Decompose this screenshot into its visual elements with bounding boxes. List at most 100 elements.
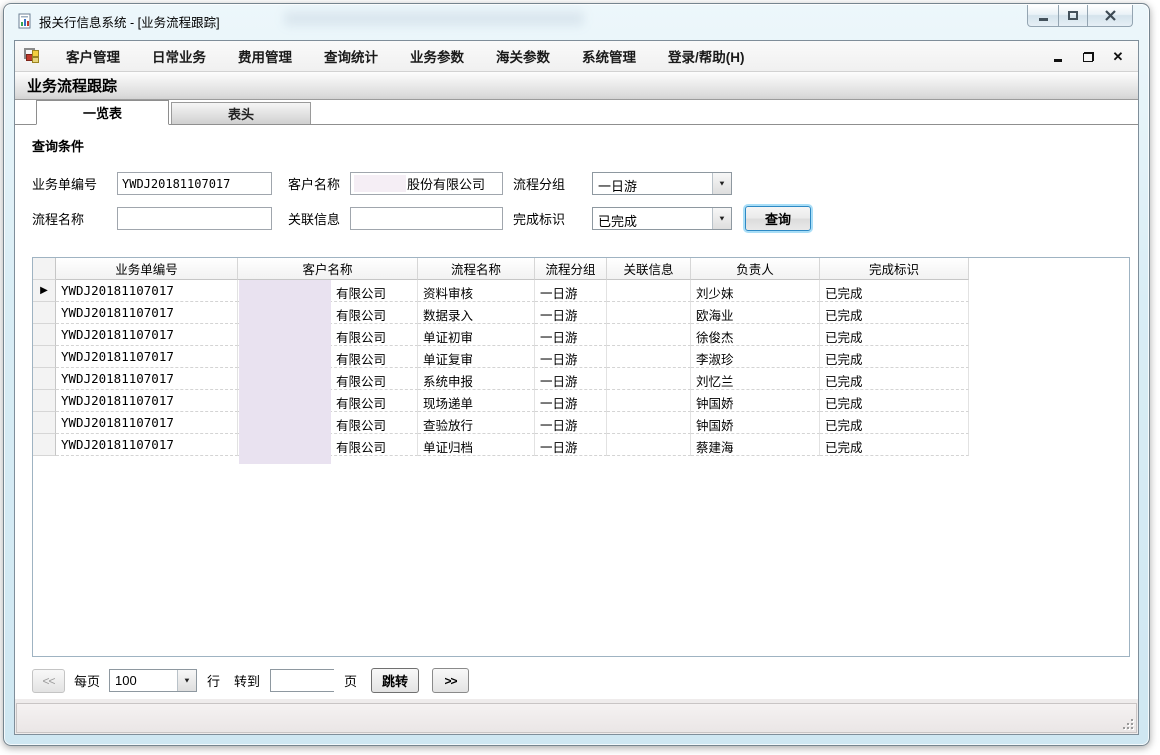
mdi-restore-icon[interactable] bbox=[1080, 49, 1096, 65]
row-selector[interactable] bbox=[33, 346, 56, 368]
customer-name-input[interactable]: 股份有限公司 bbox=[350, 172, 503, 195]
cell-owner[interactable]: 李淑珍 bbox=[691, 346, 820, 368]
column-header[interactable]: 流程分组 bbox=[535, 258, 607, 280]
dropdown-button[interactable]: ▼ bbox=[712, 173, 731, 194]
menu-item[interactable]: 查询统计 bbox=[308, 41, 394, 71]
cell-related-info[interactable] bbox=[607, 390, 691, 412]
cell-process-name[interactable]: 资料审核 bbox=[418, 280, 535, 302]
row-selector[interactable]: ▶ bbox=[33, 280, 56, 302]
cell-business-no[interactable]: YWDJ20181107017 bbox=[56, 324, 238, 346]
minimize-button[interactable] bbox=[1027, 5, 1059, 27]
close-button[interactable] bbox=[1087, 5, 1133, 27]
cell-business-no[interactable]: YWDJ20181107017 bbox=[56, 412, 238, 434]
mdi-close-icon[interactable]: ✕ bbox=[1110, 49, 1126, 65]
cell-related-info[interactable] bbox=[607, 412, 691, 434]
cell-business-no[interactable]: YWDJ20181107017 bbox=[56, 434, 238, 456]
row-selector[interactable] bbox=[33, 324, 56, 346]
cell-status[interactable]: 已完成 bbox=[820, 280, 969, 302]
cell-business-no[interactable]: YWDJ20181107017 bbox=[56, 390, 238, 412]
column-header[interactable]: 流程名称 bbox=[418, 258, 535, 280]
menu-item[interactable]: 系统管理 bbox=[566, 41, 652, 71]
table-row[interactable]: ▶YWDJ20181107017有限公司资料审核一日游刘少妹已完成 bbox=[33, 280, 1129, 302]
cell-owner[interactable]: 钟国娇 bbox=[691, 390, 820, 412]
cell-process-name[interactable]: 单证初审 bbox=[418, 324, 535, 346]
cell-related-info[interactable] bbox=[607, 280, 691, 302]
cell-process-name[interactable]: 现场递单 bbox=[418, 390, 535, 412]
cell-business-no[interactable]: YWDJ20181107017 bbox=[56, 368, 238, 390]
table-row[interactable]: YWDJ20181107017有限公司现场递单一日游钟国娇已完成 bbox=[33, 390, 1129, 412]
cell-owner[interactable]: 欧海业 bbox=[691, 302, 820, 324]
dropdown-button[interactable]: ▼ bbox=[177, 670, 196, 691]
cell-related-info[interactable] bbox=[607, 346, 691, 368]
cell-status[interactable]: 已完成 bbox=[820, 368, 969, 390]
column-header[interactable]: 关联信息 bbox=[607, 258, 691, 280]
cell-process-name[interactable]: 查验放行 bbox=[418, 412, 535, 434]
table-row[interactable]: YWDJ20181107017有限公司单证归档一日游蔡建海已完成 bbox=[33, 434, 1129, 456]
cell-owner[interactable]: 刘忆兰 bbox=[691, 368, 820, 390]
menu-item[interactable]: 日常业务 bbox=[136, 41, 222, 71]
cell-related-info[interactable] bbox=[607, 324, 691, 346]
process-group-select[interactable]: 一日游 ▼ bbox=[592, 172, 732, 195]
menu-item[interactable]: 登录/帮助(H) bbox=[652, 41, 761, 71]
cell-status[interactable]: 已完成 bbox=[820, 412, 969, 434]
resize-grip-icon[interactable] bbox=[1121, 717, 1134, 730]
cell-related-info[interactable] bbox=[607, 434, 691, 456]
cell-process-name[interactable]: 单证复审 bbox=[418, 346, 535, 368]
business-no-input[interactable] bbox=[117, 172, 272, 195]
cell-related-info[interactable] bbox=[607, 368, 691, 390]
cell-process-group[interactable]: 一日游 bbox=[535, 280, 607, 302]
cell-process-name[interactable]: 数据录入 bbox=[418, 302, 535, 324]
cell-process-group[interactable]: 一日游 bbox=[535, 302, 607, 324]
cell-process-group[interactable]: 一日游 bbox=[535, 390, 607, 412]
search-button[interactable]: 查询 bbox=[745, 206, 811, 231]
cell-status[interactable]: 已完成 bbox=[820, 302, 969, 324]
cell-process-group[interactable]: 一日游 bbox=[535, 368, 607, 390]
dropdown-button[interactable]: ▼ bbox=[712, 208, 731, 229]
row-selector[interactable] bbox=[33, 412, 56, 434]
column-header[interactable]: 负责人 bbox=[691, 258, 820, 280]
table-row[interactable]: YWDJ20181107017有限公司单证初审一日游徐俊杰已完成 bbox=[33, 324, 1129, 346]
row-selector[interactable] bbox=[33, 368, 56, 390]
row-selector[interactable] bbox=[33, 390, 56, 412]
cell-process-group[interactable]: 一日游 bbox=[535, 412, 607, 434]
column-header[interactable]: 客户名称 bbox=[238, 258, 418, 280]
cell-process-name[interactable]: 单证归档 bbox=[418, 434, 535, 456]
menu-item[interactable]: 客户管理 bbox=[50, 41, 136, 71]
cell-owner[interactable]: 蔡建海 bbox=[691, 434, 820, 456]
complete-flag-select[interactable]: 已完成 ▼ bbox=[592, 207, 732, 230]
cell-process-group[interactable]: 一日游 bbox=[535, 346, 607, 368]
column-header[interactable]: 完成标识 bbox=[820, 258, 969, 280]
table-row[interactable]: YWDJ20181107017有限公司系统申报一日游刘忆兰已完成 bbox=[33, 368, 1129, 390]
cell-owner[interactable]: 钟国娇 bbox=[691, 412, 820, 434]
cell-business-no[interactable]: YWDJ20181107017 bbox=[56, 280, 238, 302]
cell-process-group[interactable]: 一日游 bbox=[535, 324, 607, 346]
cell-status[interactable]: 已完成 bbox=[820, 324, 969, 346]
cell-business-no[interactable]: YWDJ20181107017 bbox=[56, 346, 238, 368]
menu-item[interactable]: 海关参数 bbox=[480, 41, 566, 71]
table-row[interactable]: YWDJ20181107017有限公司查验放行一日游钟国娇已完成 bbox=[33, 412, 1129, 434]
per-page-select[interactable]: 100 ▼ bbox=[109, 669, 197, 692]
cell-owner[interactable]: 徐俊杰 bbox=[691, 324, 820, 346]
cell-business-no[interactable]: YWDJ20181107017 bbox=[56, 302, 238, 324]
table-row[interactable]: YWDJ20181107017有限公司单证复审一日游李淑珍已完成 bbox=[33, 346, 1129, 368]
maximize-button[interactable] bbox=[1058, 5, 1088, 27]
cell-status[interactable]: 已完成 bbox=[820, 346, 969, 368]
last-page-button[interactable]: >> bbox=[432, 668, 469, 693]
cell-process-name[interactable]: 系统申报 bbox=[418, 368, 535, 390]
titlebar[interactable]: 报关行信息系统 - [业务流程跟踪] bbox=[4, 4, 1149, 38]
tab-header[interactable]: 表头 bbox=[171, 102, 311, 124]
mdi-minimize-icon[interactable] bbox=[1050, 49, 1066, 65]
cell-owner[interactable]: 刘少妹 bbox=[691, 280, 820, 302]
first-page-button[interactable]: << bbox=[32, 669, 65, 693]
cell-status[interactable]: 已完成 bbox=[820, 434, 969, 456]
jump-button[interactable]: 跳转 bbox=[371, 668, 419, 693]
related-info-input[interactable] bbox=[350, 207, 503, 230]
process-name-input[interactable] bbox=[117, 207, 272, 230]
column-header[interactable]: 业务单编号 bbox=[56, 258, 238, 280]
table-row[interactable]: YWDJ20181107017有限公司数据录入一日游欧海业已完成 bbox=[33, 302, 1129, 324]
menu-item[interactable]: 业务参数 bbox=[394, 41, 480, 71]
page-number-input[interactable] bbox=[271, 670, 450, 691]
cell-related-info[interactable] bbox=[607, 302, 691, 324]
row-selector[interactable] bbox=[33, 434, 56, 456]
tab-overview[interactable]: 一览表 bbox=[36, 100, 169, 125]
